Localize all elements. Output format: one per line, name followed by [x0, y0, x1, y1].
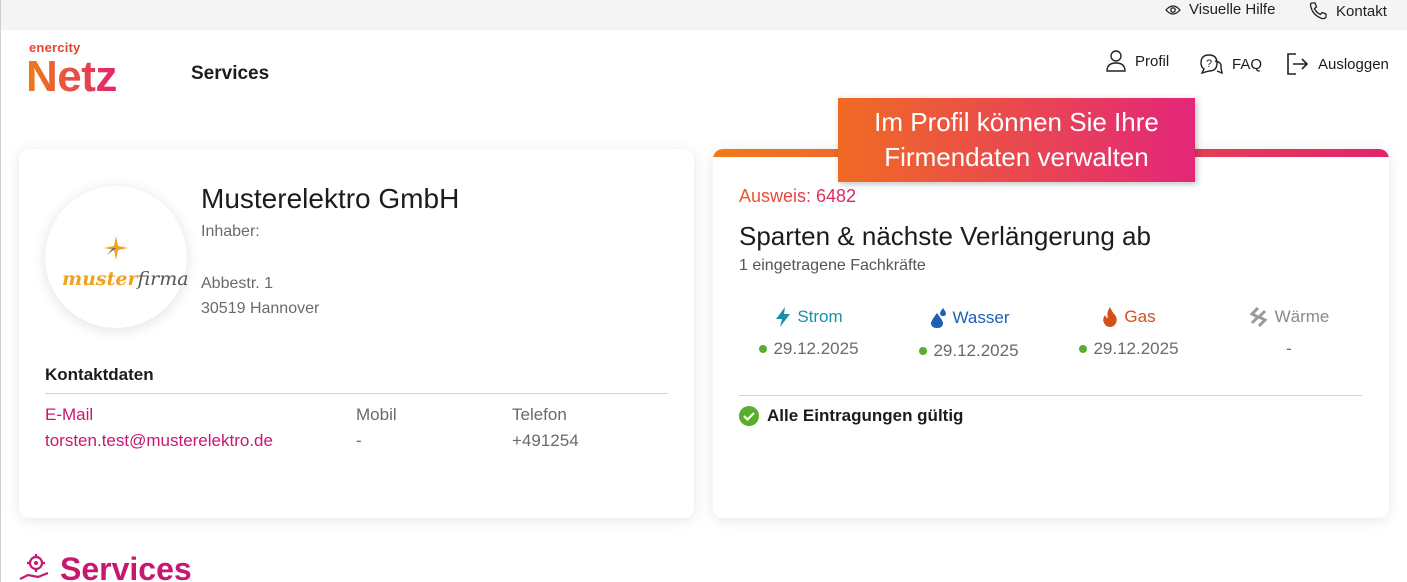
- sparte-wasser-label: Wasser: [952, 308, 1010, 327]
- phone-icon: [1309, 2, 1327, 20]
- address-city: 30519 Hannover: [201, 300, 320, 317]
- check-circle-icon: [739, 406, 759, 426]
- contact-label: Kontakt: [1336, 2, 1387, 20]
- profile-link[interactable]: Profil: [1105, 49, 1169, 73]
- star-logo-icon: [104, 236, 128, 260]
- sparte-strom-label: Strom: [797, 307, 843, 326]
- fachkraefte-count: 1 eingetragene Fachkräfte: [739, 257, 926, 274]
- services-gear-icon: [19, 554, 49, 580]
- utility-bar: Visuelle Hilfe Kontakt: [0, 0, 1407, 30]
- validity-status-text: Alle Eintragungen gültig: [767, 406, 964, 425]
- sparte-waerme-date-text: -: [1286, 339, 1292, 358]
- sparte-waerme-name: Wärme: [1214, 307, 1364, 327]
- company-logo-wordmark: musterfirma: [62, 268, 189, 290]
- sparte-waerme-date: -: [1214, 339, 1364, 359]
- sparte-strom-date: 29.12.2025: [734, 339, 884, 359]
- flame-icon: [1103, 307, 1118, 327]
- page-edge: [0, 0, 1, 582]
- logo-netz[interactable]: Netz: [26, 52, 117, 102]
- sparte-wasser-date: 29.12.2025: [894, 341, 1044, 361]
- nav-services-link[interactable]: Services: [191, 63, 269, 85]
- lightning-icon: [776, 307, 791, 327]
- sparte-gas: Gas 29.12.2025: [1054, 307, 1204, 359]
- profile-label: Profil: [1135, 52, 1170, 70]
- logo-wordmark-a: muster: [62, 268, 138, 290]
- visual-help-label: Visuelle Hilfe: [1189, 1, 1276, 18]
- faq-icon: ?: [1200, 54, 1223, 75]
- sparte-strom-name: Strom: [734, 307, 884, 327]
- mobile-value: -: [356, 431, 362, 450]
- svg-text:?: ?: [1206, 58, 1212, 70]
- callout-line-1: Im Profil können Sie Ihre: [874, 107, 1159, 137]
- company-logo-avatar: musterfirma: [45, 186, 189, 328]
- logo-wordmark-b: firma: [137, 268, 189, 290]
- sparte-wasser-date-text: 29.12.2025: [933, 341, 1019, 360]
- user-icon: [1106, 50, 1126, 72]
- status-dot-icon: [759, 345, 768, 353]
- profile-tooltip-callout: Im Profil können Sie Ihre Firmendaten ve…: [838, 98, 1195, 182]
- faq-link[interactable]: ? FAQ: [1198, 52, 1262, 76]
- sparte-waerme-label: Wärme: [1274, 307, 1330, 326]
- company-card: musterfirma Musterelektro GmbH Inhaber: …: [19, 149, 694, 518]
- sparte-strom-date-text: 29.12.2025: [773, 339, 859, 358]
- email-value[interactable]: torsten.test@musterelektro.de: [45, 431, 273, 451]
- sparte-gas-label: Gas: [1124, 307, 1156, 326]
- phone-label: Telefon: [512, 405, 567, 424]
- services-section-title: Services: [60, 551, 192, 582]
- address-street: Abbestr. 1: [201, 275, 274, 292]
- sparte-waerme: Wärme -: [1214, 307, 1364, 359]
- ausweis-text: Ausweis: 6482: [739, 186, 857, 206]
- sparte-strom: Strom 29.12.2025: [734, 307, 884, 359]
- sparte-wasser-name: Wasser: [894, 307, 1044, 329]
- contact-heading: Kontaktdaten: [45, 365, 154, 384]
- phone-value[interactable]: +491254: [512, 431, 579, 451]
- logout-label: Ausloggen: [1318, 55, 1389, 73]
- logout-icon: [1287, 53, 1309, 75]
- water-drop-icon: [930, 308, 946, 328]
- ausweis-number: Ausweis: 6482: [739, 186, 856, 207]
- faq-label: FAQ: [1232, 55, 1263, 73]
- eye-icon: [1165, 4, 1181, 15]
- id-card: Ausweis: 6482 Sparten & nächste Verlänge…: [713, 149, 1389, 518]
- mobile-label: Mobil: [356, 405, 397, 424]
- contact-divider: [45, 393, 668, 394]
- status-dot-icon: [1079, 345, 1088, 353]
- email-label: E-Mail: [45, 405, 94, 424]
- logout-link[interactable]: Ausloggen: [1286, 52, 1389, 76]
- sparte-gas-date: 29.12.2025: [1054, 339, 1204, 359]
- status-dot-icon: [919, 347, 928, 355]
- sparte-gas-date-text: 29.12.2025: [1093, 339, 1179, 358]
- contact-link[interactable]: Kontakt: [1308, 1, 1387, 21]
- owner-label: Inhaber:: [201, 223, 260, 240]
- company-name: Musterelektro GmbH: [201, 183, 460, 214]
- sparte-gas-name: Gas: [1054, 307, 1204, 327]
- callout-line-2: Firmendaten verwalten: [884, 142, 1149, 172]
- id-card-divider: [739, 395, 1362, 396]
- heat-icon: [1249, 307, 1268, 327]
- sparten-heading: Sparten & nächste Verlängerung ab: [739, 221, 1151, 251]
- sparte-wasser: Wasser 29.12.2025: [894, 307, 1044, 361]
- visual-help-link[interactable]: Visuelle Hilfe: [1165, 1, 1275, 18]
- validity-status: Alle Eintragungen gültig: [739, 406, 963, 426]
